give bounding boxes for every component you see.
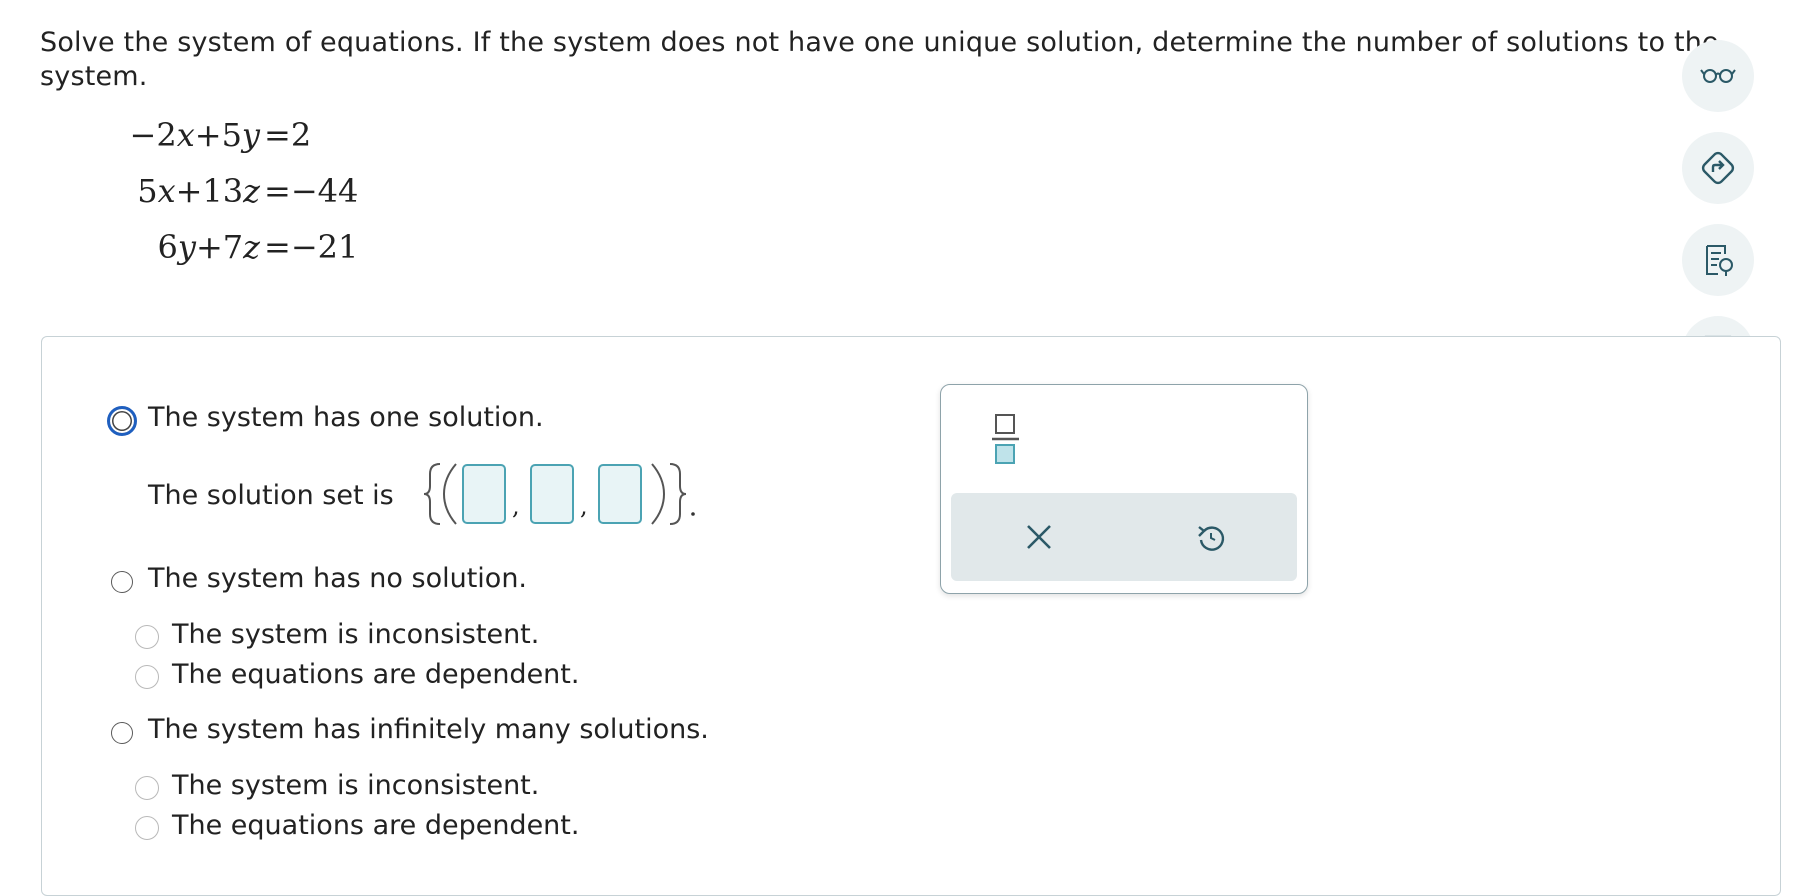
equation-rhs: =−21	[264, 228, 359, 266]
radio-infinite-dependent[interactable]	[135, 816, 159, 840]
sub-option-inconsistent-label: The system is inconsistent.	[172, 770, 540, 801]
palette-action-bar	[951, 493, 1297, 581]
option-no-solution-label: The system has no solution.	[148, 563, 528, 594]
equation-rhs: =2	[264, 116, 312, 154]
solution-set-label: The solution set is	[148, 480, 394, 511]
directions-button[interactable]	[1682, 132, 1754, 204]
option-one-solution-label: The system has one solution.	[148, 402, 544, 433]
radio-no-solution-dependent[interactable]	[135, 665, 159, 689]
comma: ,	[580, 492, 588, 520]
share-route-icon	[1701, 151, 1735, 185]
option-infinite-solutions-label: The system has infinitely many solutions…	[148, 714, 709, 745]
solution-x-input[interactable]	[462, 464, 506, 524]
question-prompt: Solve the system of equations. If the sy…	[40, 27, 1719, 92]
radio-one-solution[interactable]	[107, 406, 137, 436]
sub-option-inconsistent-label: The system is inconsistent.	[172, 619, 540, 650]
sub-option-dependent-label: The equations are dependent.	[172, 659, 580, 690]
radio-no-solution-inconsistent[interactable]	[135, 625, 159, 649]
undo-icon	[1198, 526, 1225, 551]
solution-y-input[interactable]	[530, 464, 574, 524]
fraction-icon	[992, 414, 1019, 464]
radio-infinite-inconsistent[interactable]	[135, 776, 159, 800]
equation-rhs: =−44	[264, 172, 359, 210]
sub-option-dependent-label: The equations are dependent.	[172, 810, 580, 841]
equation-lhs: −2x+5y	[129, 116, 260, 154]
read-aloud-button[interactable]	[1682, 40, 1754, 112]
radio-no-solution[interactable]	[111, 571, 133, 593]
equation-lhs: 5x+13z	[137, 172, 260, 210]
hint-button[interactable]	[1682, 224, 1754, 296]
radio-infinite-solutions[interactable]	[111, 722, 133, 744]
solution-z-input[interactable]	[598, 464, 642, 524]
math-palette	[940, 384, 1308, 594]
close-icon	[1027, 525, 1051, 549]
clear-button[interactable]	[1023, 521, 1055, 557]
fraction-button[interactable]	[991, 409, 1021, 473]
solution-set-entry: , ,	[420, 458, 700, 530]
hint-bulb-icon	[1706, 245, 1733, 276]
comma: ,	[512, 492, 520, 520]
undo-button[interactable]	[1195, 521, 1227, 557]
equation-lhs: 6y+7z	[157, 228, 260, 266]
glasses-icon	[1700, 69, 1736, 83]
